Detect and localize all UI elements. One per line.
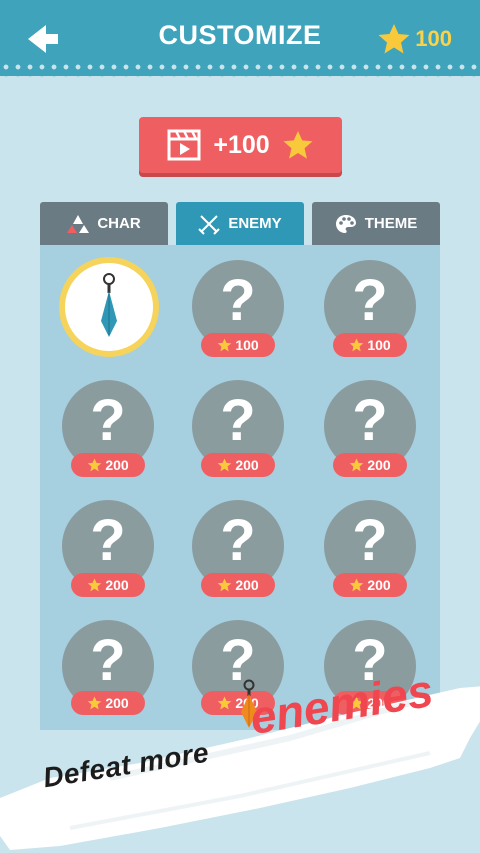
price-tag: 200: [333, 453, 407, 477]
tab-enemy[interactable]: ENEMY: [176, 202, 304, 245]
star-icon: [350, 458, 364, 472]
promo-line-1: Defeat more: [40, 736, 212, 794]
promo-line-2: enemies: [246, 663, 437, 745]
triangle-shapes-icon: [67, 214, 90, 233]
coin-count: 100: [415, 26, 452, 51]
star-icon: [378, 24, 410, 54]
star-icon: [350, 578, 364, 592]
video-clapper-icon: [167, 129, 201, 161]
star-icon: [218, 578, 232, 592]
tab-char[interactable]: CHAR: [40, 202, 168, 245]
price-value: 200: [235, 577, 259, 593]
star-icon: [88, 578, 102, 592]
palette-icon: [335, 214, 356, 233]
price-tag: 200: [71, 573, 145, 597]
locked-question-mark: ?: [352, 268, 388, 333]
header-dot-trim: [0, 64, 480, 70]
watch-video-reward-button[interactable]: +100: [139, 117, 342, 173]
price-tag: 200: [333, 573, 407, 597]
tab-char-label: CHAR: [97, 215, 141, 232]
price-tag: 200: [201, 453, 275, 477]
selected-enemy-kunai[interactable]: [59, 257, 159, 357]
header-scallop-edge: [0, 70, 480, 84]
locked-question-mark: ?: [90, 388, 126, 453]
tab-enemy-label: ENEMY: [228, 215, 282, 232]
locked-question-mark: ?: [352, 508, 388, 573]
crossed-swords-icon: [198, 214, 221, 235]
tab-theme-label: THEME: [364, 215, 418, 232]
tab-theme[interactable]: THEME: [312, 202, 440, 245]
star-icon: [283, 130, 313, 159]
coin-counter: 100: [377, 22, 452, 56]
price-value: 100: [367, 337, 391, 353]
price-value: 100: [235, 337, 259, 353]
kunai-icon: [101, 273, 117, 337]
price-tag: 200: [201, 573, 275, 597]
star-icon: [218, 458, 232, 472]
price-tag: 200: [71, 453, 145, 477]
locked-question-mark: ?: [220, 268, 256, 333]
locked-question-mark: ?: [220, 508, 256, 573]
star-icon: [88, 458, 102, 472]
locked-question-mark: ?: [90, 508, 126, 573]
reward-amount: +100: [213, 130, 270, 159]
price-value: 200: [105, 457, 129, 473]
price-value: 200: [105, 577, 129, 593]
price-value: 200: [367, 457, 391, 473]
price-value: 200: [367, 577, 391, 593]
star-icon: [218, 338, 232, 352]
price-tag: 100: [201, 333, 275, 357]
price-value: 200: [235, 457, 259, 473]
price-tag: 100: [333, 333, 407, 357]
locked-question-mark: ?: [220, 388, 256, 453]
star-icon: [350, 338, 364, 352]
locked-question-mark: ?: [352, 388, 388, 453]
